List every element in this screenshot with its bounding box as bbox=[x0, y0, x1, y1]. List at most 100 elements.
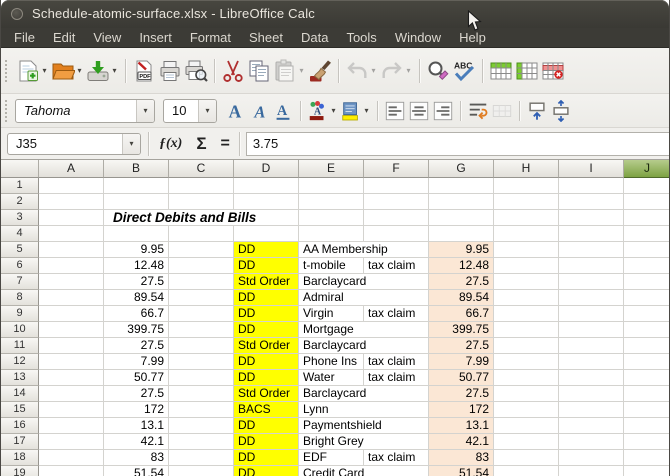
cell-I6[interactable] bbox=[559, 258, 624, 274]
cell-C19[interactable] bbox=[169, 466, 234, 476]
cell-A7[interactable] bbox=[39, 274, 104, 290]
chevron-down-icon[interactable]: ▾ bbox=[110, 66, 119, 75]
column-header-I[interactable]: I bbox=[559, 160, 624, 178]
cell-D7[interactable]: Std Order bbox=[234, 274, 299, 290]
cell-G14[interactable]: 27.5 bbox=[429, 386, 494, 402]
menu-edit[interactable]: Edit bbox=[44, 29, 84, 47]
cell-A14[interactable] bbox=[39, 386, 104, 402]
center-vertically-button[interactable] bbox=[549, 98, 573, 124]
cell-B7[interactable]: 27.5 bbox=[104, 274, 169, 290]
cell-A18[interactable] bbox=[39, 450, 104, 466]
cell-J17[interactable] bbox=[624, 434, 669, 450]
row-header-1[interactable]: 1 bbox=[1, 178, 39, 194]
menu-insert[interactable]: Insert bbox=[130, 29, 181, 47]
cell-C8[interactable] bbox=[169, 290, 234, 306]
cell-G12[interactable]: 7.99 bbox=[429, 354, 494, 370]
cell-C4[interactable] bbox=[169, 226, 234, 242]
cell-H11[interactable] bbox=[494, 338, 559, 354]
name-box[interactable]: J35 ▾ bbox=[7, 132, 141, 155]
cell-H16[interactable] bbox=[494, 418, 559, 434]
cell-B15[interactable]: 172 bbox=[104, 402, 169, 418]
cell-G1[interactable] bbox=[429, 178, 494, 194]
cell-H4[interactable] bbox=[494, 226, 559, 242]
cell-A4[interactable] bbox=[39, 226, 104, 242]
cell-H3[interactable] bbox=[494, 210, 559, 226]
menu-format[interactable]: Format bbox=[181, 29, 240, 47]
column-header-F[interactable]: F bbox=[364, 160, 429, 178]
cell-J12[interactable] bbox=[624, 354, 669, 370]
cell-A19[interactable] bbox=[39, 466, 104, 476]
cell-C15[interactable] bbox=[169, 402, 234, 418]
column-header-J[interactable]: J bbox=[624, 160, 669, 178]
column-header-B[interactable]: B bbox=[104, 160, 169, 178]
cell-E4[interactable] bbox=[299, 226, 364, 242]
print-preview-button[interactable] bbox=[183, 57, 209, 85]
cell-C18[interactable] bbox=[169, 450, 234, 466]
cell-D15[interactable]: BACS bbox=[234, 402, 299, 418]
cell-G19[interactable]: 51.54 bbox=[429, 466, 494, 476]
cell-E14[interactable]: Barclaycard bbox=[299, 386, 429, 402]
cell-B9[interactable]: 66.7 bbox=[104, 306, 169, 322]
cell-G6[interactable]: 12.48 bbox=[429, 258, 494, 274]
font-color-button[interactable]: A ▾ bbox=[306, 98, 339, 124]
font-name-combobox[interactable]: Tahoma ▾ bbox=[15, 98, 155, 123]
cell-G9[interactable]: 66.7 bbox=[429, 306, 494, 322]
cell-B14[interactable]: 27.5 bbox=[104, 386, 169, 402]
cell-C6[interactable] bbox=[169, 258, 234, 274]
cut-button[interactable] bbox=[220, 57, 246, 85]
column-header-D[interactable]: D bbox=[234, 160, 299, 178]
cell-I13[interactable] bbox=[559, 370, 624, 386]
cell-G3[interactable] bbox=[429, 210, 494, 226]
cell-H8[interactable] bbox=[494, 290, 559, 306]
cell-I5[interactable] bbox=[559, 242, 624, 258]
menu-window[interactable]: Window bbox=[386, 29, 450, 47]
column-header-E[interactable]: E bbox=[299, 160, 364, 178]
menu-help[interactable]: Help bbox=[450, 29, 495, 47]
row-header-5[interactable]: 5 bbox=[1, 242, 39, 258]
row-header-11[interactable]: 11 bbox=[1, 338, 39, 354]
cell-H6[interactable] bbox=[494, 258, 559, 274]
copy-button[interactable] bbox=[246, 57, 272, 85]
cell-H2[interactable] bbox=[494, 194, 559, 210]
cell-A3[interactable] bbox=[39, 210, 104, 226]
align-top-button[interactable] bbox=[525, 98, 549, 124]
cell-D4[interactable] bbox=[234, 226, 299, 242]
row-header-7[interactable]: 7 bbox=[1, 274, 39, 290]
formula-icon[interactable]: = bbox=[214, 135, 237, 153]
cell-H12[interactable] bbox=[494, 354, 559, 370]
cell-H15[interactable] bbox=[494, 402, 559, 418]
cell-A13[interactable] bbox=[39, 370, 104, 386]
cell-C12[interactable] bbox=[169, 354, 234, 370]
menu-data[interactable]: Data bbox=[292, 29, 337, 47]
cell-I11[interactable] bbox=[559, 338, 624, 354]
cell-J19[interactable] bbox=[624, 466, 669, 476]
cell-H5[interactable] bbox=[494, 242, 559, 258]
cell-B16[interactable]: 13.1 bbox=[104, 418, 169, 434]
column-header-G[interactable]: G bbox=[429, 160, 494, 178]
cell-B11[interactable]: 27.5 bbox=[104, 338, 169, 354]
cell-A8[interactable] bbox=[39, 290, 104, 306]
chevron-down-icon[interactable]: ▾ bbox=[75, 66, 84, 75]
cell-I18[interactable] bbox=[559, 450, 624, 466]
chevron-down-icon[interactable]: ▾ bbox=[369, 66, 378, 75]
cell-E2[interactable] bbox=[299, 194, 364, 210]
cell-I9[interactable] bbox=[559, 306, 624, 322]
cell-I3[interactable] bbox=[559, 210, 624, 226]
cell-J3[interactable] bbox=[624, 210, 669, 226]
cell-E1[interactable] bbox=[299, 178, 364, 194]
column-header-A[interactable]: A bbox=[39, 160, 104, 178]
chevron-down-icon[interactable]: ▾ bbox=[40, 66, 49, 75]
cell-I17[interactable] bbox=[559, 434, 624, 450]
cell-D5[interactable]: DD bbox=[234, 242, 299, 258]
cell-J5[interactable] bbox=[624, 242, 669, 258]
chevron-down-icon[interactable]: ▾ bbox=[122, 133, 140, 154]
chevron-down-icon[interactable]: ▾ bbox=[329, 106, 338, 115]
wrap-text-button[interactable] bbox=[466, 98, 490, 124]
cell-C7[interactable] bbox=[169, 274, 234, 290]
cell-D6[interactable]: DD bbox=[234, 258, 299, 274]
cell-B17[interactable]: 42.1 bbox=[104, 434, 169, 450]
cell-D10[interactable]: DD bbox=[234, 322, 299, 338]
cell-A9[interactable] bbox=[39, 306, 104, 322]
cell-I12[interactable] bbox=[559, 354, 624, 370]
cell-I10[interactable] bbox=[559, 322, 624, 338]
